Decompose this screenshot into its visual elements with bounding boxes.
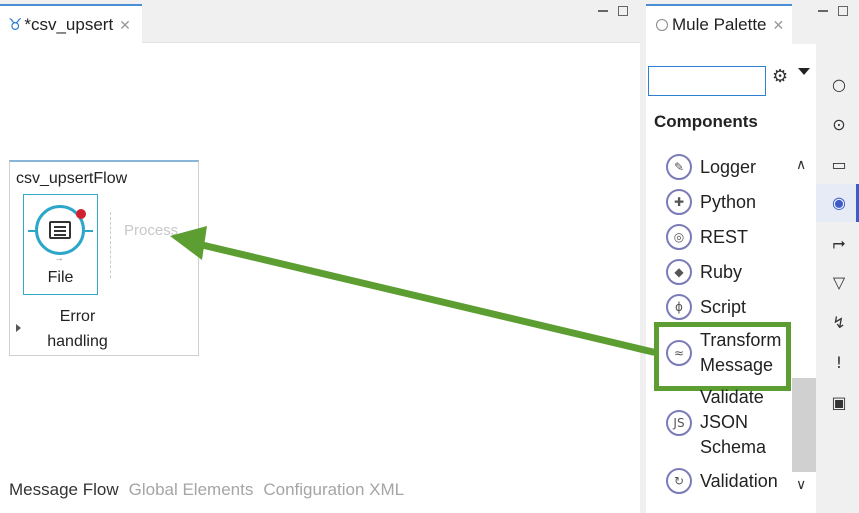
router-icon[interactable]: ⮣ [828,232,850,254]
palette-side-rail: ○ ⊙ ▭ ◉ ⮣ ▽ ↯ ! ▣ [816,44,859,513]
tab-csv-upsert[interactable]: ♉ *csv_upsert ✕ [0,4,142,44]
component-validation[interactable]: ↻ Validation [666,468,778,494]
component-validate-json-schema[interactable]: JS Validate JSON Schema [666,385,770,460]
highlight-box [654,322,791,391]
flow-editor: ♉ *csv_upsert ✕ csv_upsertFlow → File Pr… [0,0,640,513]
validation-icon: ↻ [666,468,692,494]
flow-title: csv_upsertFlow [16,170,128,187]
palette-tab-label: Mule Palette [672,15,767,34]
editor-tabbar: ♉ *csv_upsert ✕ [0,0,640,44]
pencil-icon: ✎ [666,154,692,180]
editor-window-controls [598,6,628,16]
tab-message-flow[interactable]: Message Flow [9,480,119,500]
minimize-icon[interactable] [818,6,828,12]
editor-bottom-tabs: Message Flow Global Elements Configurati… [9,480,404,500]
exception-icon[interactable]: ! [828,352,850,374]
app-window: ♉ *csv_upsert ✕ csv_upsertFlow → File Pr… [0,0,859,513]
error-badge-icon [76,209,86,219]
lock-icon[interactable]: ▣ [828,392,850,414]
palette-window-controls [818,6,848,16]
scroll-up-icon[interactable]: ∧ [796,156,806,173]
expand-icon[interactable] [16,324,21,332]
file-label: File [47,269,74,286]
component-python[interactable]: ✚ Python [666,189,756,215]
component-ruby[interactable]: ◆ Ruby [666,259,742,285]
maximize-icon[interactable] [838,6,848,16]
transformer-icon[interactable]: ↯ [828,312,850,334]
components-heading: Components [654,112,758,131]
search-icon[interactable]: ○ [828,74,850,96]
globe-icon: ◎ [666,224,692,250]
scroll-down-icon[interactable]: ∨ [796,476,806,493]
gear-icon[interactable]: ⚙ [772,66,788,87]
arrow-right-icon: → [54,253,64,264]
maximize-icon[interactable] [618,6,628,16]
connector-icon[interactable]: ⊙ [828,114,850,136]
component-logger[interactable]: ✎ Logger [666,154,756,180]
close-icon[interactable]: ✕ [119,17,131,34]
scope-icon[interactable]: ▭ [828,154,850,176]
mule-icon: ♉ [8,17,23,34]
close-icon[interactable]: ✕ [773,17,785,34]
error-handling-label[interactable]: Error handling [30,304,125,354]
chevron-down-icon[interactable] [798,68,810,75]
palette-body: ⚙ Components ✎ Logger ✚ Python ◎ REST ◆ … [646,44,816,513]
tab-mule-palette[interactable]: Mule Palette ✕ [646,4,792,44]
palette-icon [656,19,668,31]
minimize-icon[interactable] [598,6,608,12]
mule-palette-panel: Mule Palette ✕ ⚙ Components ✎ Logger ✚ P… [646,0,859,513]
python-icon: ✚ [666,189,692,215]
process-divider [110,212,111,278]
core-icon[interactable]: ◉ [828,192,850,214]
tab-label: *csv_upsert [24,15,114,34]
scrollbar-thumb[interactable] [792,378,816,472]
js-icon: JS [666,409,692,436]
script-icon: ɸ [666,294,692,320]
process-drop-area[interactable]: Process [124,222,178,239]
file-source-component[interactable]: → File [23,194,98,295]
flow-container[interactable]: csv_upsertFlow → File Process Error hand… [9,160,199,356]
connector-line [85,230,93,232]
search-input[interactable] [648,66,766,96]
component-rest[interactable]: ◎ REST [666,224,748,250]
tab-global-elements[interactable]: Global Elements [129,480,254,500]
component-script[interactable]: ɸ Script [666,294,746,320]
filter-icon[interactable]: ▽ [828,272,850,294]
ruby-icon: ◆ [666,259,692,285]
tab-configuration-xml[interactable]: Configuration XML [263,480,404,500]
